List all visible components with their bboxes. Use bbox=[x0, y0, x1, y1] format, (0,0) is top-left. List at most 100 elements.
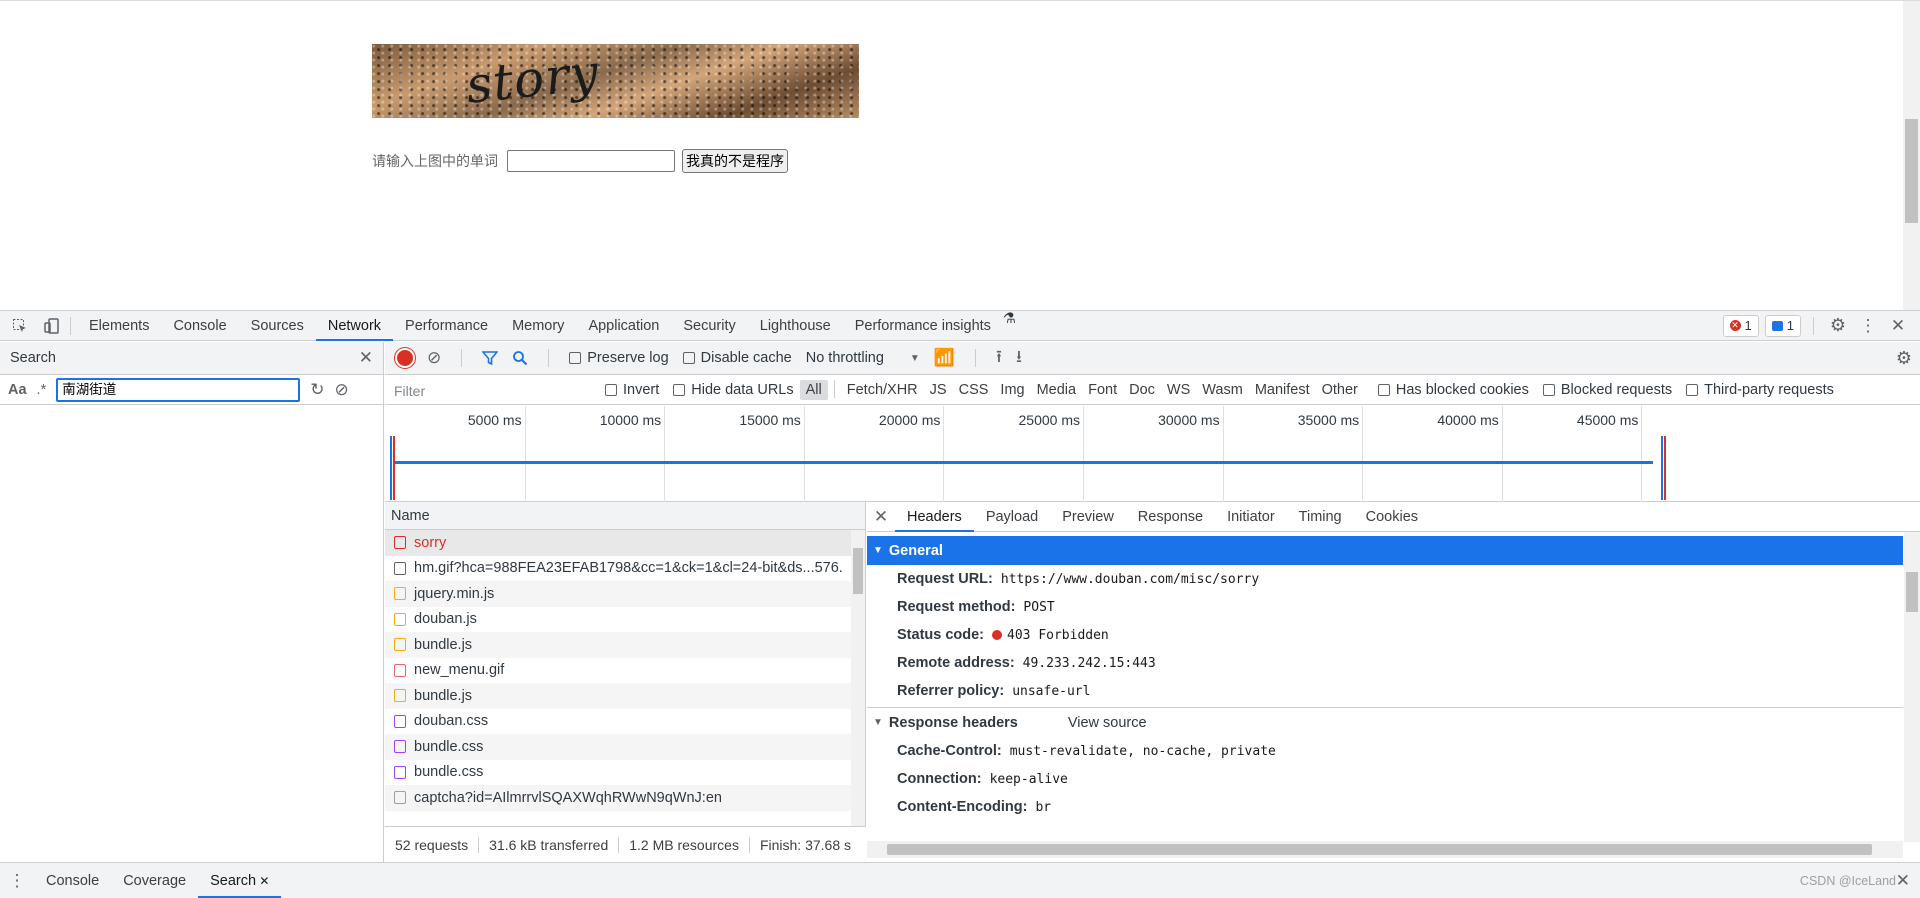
request-list-scrollbar[interactable] bbox=[851, 530, 865, 826]
details-scrollbar[interactable] bbox=[1904, 532, 1920, 842]
throttling-select[interactable]: No throttling ▼ bbox=[806, 350, 920, 366]
filter-type-manifest[interactable]: Manifest bbox=[1249, 380, 1316, 400]
refresh-search-icon[interactable]: ↻ bbox=[310, 380, 324, 400]
close-devtools-icon[interactable]: ✕ bbox=[1886, 316, 1910, 336]
filter-type-wasm[interactable]: Wasm bbox=[1196, 380, 1249, 400]
details-tab-headers[interactable]: Headers bbox=[895, 502, 974, 532]
details-tab-initiator[interactable]: Initiator bbox=[1215, 502, 1287, 532]
checkbox-box[interactable] bbox=[1377, 383, 1390, 396]
close-tab-icon[interactable]: ✕ bbox=[256, 874, 269, 888]
details-horizontal-scrollbar-thumb[interactable] bbox=[887, 844, 1872, 855]
request-row[interactable]: new_menu.gif bbox=[385, 658, 865, 684]
request-row[interactable]: bundle.css bbox=[385, 734, 865, 760]
details-tab-cookies[interactable]: Cookies bbox=[1354, 502, 1430, 532]
filter-type-media[interactable]: Media bbox=[1031, 380, 1083, 400]
tab-lighthouse[interactable]: Lighthouse bbox=[748, 311, 843, 341]
details-tab-timing[interactable]: Timing bbox=[1287, 502, 1354, 532]
tab-elements[interactable]: Elements bbox=[77, 311, 161, 341]
hide-data-urls-checkbox[interactable]: Hide data URLs bbox=[673, 382, 794, 398]
request-row[interactable]: douban.js bbox=[385, 607, 865, 633]
blocked-requests-checkbox[interactable]: Blocked requests bbox=[1542, 382, 1672, 398]
clear-log-icon[interactable]: ⊘ bbox=[427, 348, 441, 368]
filter-funnel-icon[interactable] bbox=[482, 350, 499, 366]
settings-gear-icon[interactable]: ⚙ bbox=[1826, 315, 1850, 336]
tab-security[interactable]: Security bbox=[671, 311, 747, 341]
checkbox-box[interactable] bbox=[569, 352, 582, 364]
request-row[interactable]: bundle.js bbox=[385, 632, 865, 658]
captcha-submit-button[interactable]: 我真的不是程序 bbox=[682, 149, 788, 173]
tab-sources[interactable]: Sources bbox=[239, 311, 316, 341]
drawer-tab-coverage[interactable]: Coverage bbox=[111, 864, 198, 898]
details-horizontal-scrollbar[interactable] bbox=[867, 841, 1903, 858]
regex-button[interactable]: .* bbox=[37, 382, 47, 398]
request-row[interactable]: captcha?id=AIlmrrvlSQAXWqhRWwN9qWnJ:en bbox=[385, 785, 865, 811]
disable-cache-checkbox[interactable]: Disable cache bbox=[682, 350, 792, 366]
tab-application[interactable]: Application bbox=[576, 311, 671, 341]
filter-type-css[interactable]: CSS bbox=[953, 380, 995, 400]
details-scrollbar-thumb[interactable] bbox=[1906, 572, 1918, 612]
network-settings-gear-icon[interactable]: ⚙ bbox=[1896, 348, 1920, 369]
device-toolbar-icon[interactable] bbox=[40, 317, 64, 334]
search-icon[interactable] bbox=[512, 350, 528, 366]
drawer-menu-icon[interactable]: ⋮ bbox=[0, 871, 34, 891]
checkbox-box[interactable] bbox=[673, 383, 686, 396]
request-row[interactable]: douban.css bbox=[385, 709, 865, 735]
invert-checkbox[interactable]: Invert bbox=[605, 382, 659, 398]
details-tab-preview[interactable]: Preview bbox=[1050, 502, 1126, 532]
more-options-icon[interactable]: ⋮ bbox=[1856, 316, 1880, 336]
close-details-icon[interactable]: ✕ bbox=[867, 507, 895, 527]
general-section-header[interactable]: ▼ General bbox=[867, 536, 1903, 565]
filter-type-js[interactable]: JS bbox=[924, 380, 953, 400]
message-badge[interactable]: 1 bbox=[1764, 314, 1801, 337]
tab-network[interactable]: Network bbox=[315, 311, 394, 341]
drawer-tab-console[interactable]: Console bbox=[34, 864, 111, 898]
clear-search-icon[interactable]: ⊘ bbox=[334, 380, 348, 400]
page-scrollbar-thumb[interactable] bbox=[1905, 119, 1918, 223]
error-badge[interactable]: ✕ 1 bbox=[1722, 314, 1759, 337]
request-list-scrollbar-thumb[interactable] bbox=[853, 548, 863, 594]
captcha-input[interactable] bbox=[507, 150, 675, 172]
filter-type-other[interactable]: Other bbox=[1316, 380, 1364, 400]
import-har-icon[interactable]: ⭱ bbox=[996, 344, 1002, 373]
request-row[interactable]: hm.gif?hca=988FEA23EFAB1798&cc=1&ck=1&cl… bbox=[385, 556, 865, 582]
checkbox-box[interactable] bbox=[605, 383, 617, 396]
request-row[interactable]: bundle.css bbox=[385, 760, 865, 786]
filter-type-all[interactable]: All bbox=[799, 379, 828, 400]
filter-input[interactable]: Filter bbox=[389, 378, 589, 401]
record-icon[interactable] bbox=[397, 350, 413, 366]
timeline-tick-label: 45000 ms bbox=[1576, 412, 1639, 428]
filter-type-img[interactable]: Img bbox=[994, 380, 1030, 400]
request-row[interactable]: jquery.min.js bbox=[385, 581, 865, 607]
checkbox-box[interactable] bbox=[1686, 383, 1699, 396]
name-column-header[interactable]: Name bbox=[385, 502, 865, 530]
network-conditions-icon[interactable]: 📶 bbox=[934, 348, 955, 368]
checkbox-box[interactable] bbox=[682, 352, 695, 364]
tab-memory[interactable]: Memory bbox=[500, 311, 576, 341]
close-drawer-icon[interactable]: ✕ bbox=[1896, 871, 1920, 891]
details-tab-payload[interactable]: Payload bbox=[974, 502, 1050, 532]
preserve-log-checkbox[interactable]: Preserve log bbox=[569, 350, 669, 366]
page-scrollbar[interactable] bbox=[1903, 1, 1920, 311]
match-case-button[interactable]: Aa bbox=[8, 382, 27, 398]
request-row[interactable]: sorry bbox=[385, 530, 865, 556]
tab-performance[interactable]: Performance bbox=[393, 311, 500, 341]
tab-console[interactable]: Console bbox=[161, 311, 238, 341]
filter-type-doc[interactable]: Doc bbox=[1123, 380, 1161, 400]
request-row[interactable]: bundle.js bbox=[385, 683, 865, 709]
drawer-tab-search[interactable]: Search ✕ bbox=[198, 864, 282, 898]
filter-type-ws[interactable]: WS bbox=[1161, 380, 1196, 400]
has-blocked-cookies-checkbox[interactable]: Has blocked cookies bbox=[1377, 382, 1529, 398]
close-search-icon[interactable]: ✕ bbox=[359, 348, 373, 368]
details-tab-response[interactable]: Response bbox=[1126, 502, 1215, 532]
view-source-link[interactable]: View source bbox=[1068, 715, 1147, 731]
tab-performance-insights[interactable]: Performance insights bbox=[843, 311, 1003, 341]
filter-type-fetch-xhr[interactable]: Fetch/XHR bbox=[841, 380, 924, 400]
filter-type-font[interactable]: Font bbox=[1082, 380, 1123, 400]
search-query-input[interactable]: 南湖街道 bbox=[56, 377, 301, 402]
network-overview-timeline[interactable]: 5000 ms 10000 ms 15000 ms 20000 ms 25000 ms 3… bbox=[385, 406, 1920, 502]
export-har-icon[interactable]: ⭳ bbox=[1016, 344, 1022, 373]
response-headers-section-header[interactable]: ▼ Response headers View source bbox=[867, 707, 1903, 737]
inspect-element-icon[interactable] bbox=[0, 318, 40, 334]
checkbox-box[interactable] bbox=[1542, 383, 1555, 396]
third-party-checkbox[interactable]: Third-party requests bbox=[1686, 382, 1834, 398]
